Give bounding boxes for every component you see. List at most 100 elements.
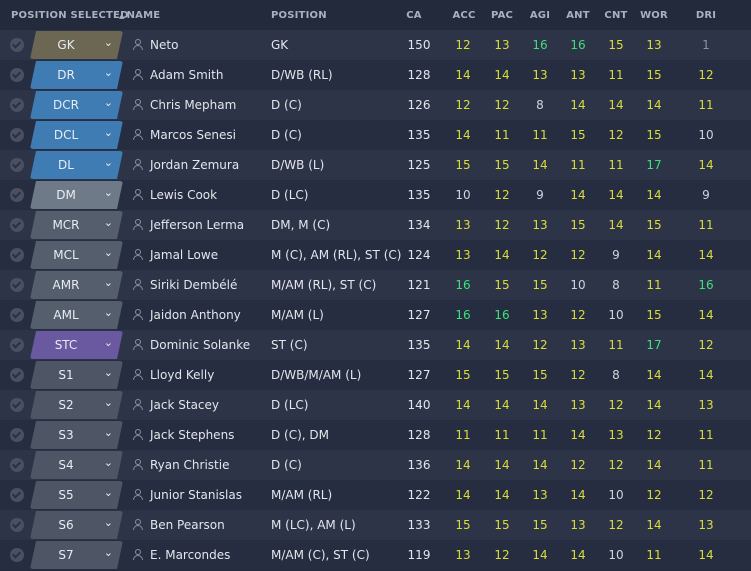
position-selector-dropdown[interactable]: MCL ⌄ <box>30 241 123 269</box>
checkmark-icon[interactable] <box>10 488 24 502</box>
player-name-link[interactable]: Lewis Cook <box>150 188 217 202</box>
checkmark-icon[interactable] <box>10 218 24 232</box>
table-row[interactable]: S1 ⌄ Lloyd Kelly D/WB/M/AM (L) 127 15 15 15 12 8 1… <box>0 360 751 390</box>
attribute-ca: 150 <box>407 38 431 52</box>
table-row[interactable]: S5 ⌄ Junior Stanislas M/AM (RL) 122 14 14 13 14 1… <box>0 480 751 510</box>
player-name-link[interactable]: Marcos Senesi <box>150 128 236 142</box>
table-row[interactable]: GK ⌄ Neto GK 150 12 13 16 16 15 13 1 <box>0 30 751 60</box>
attribute-agi: 9 <box>536 188 544 202</box>
checkmark-icon[interactable] <box>10 398 24 412</box>
column-header-position-selected[interactable]: POSITION SELECTED <box>11 10 129 21</box>
checkmark-icon[interactable] <box>10 158 24 172</box>
position-selector-dropdown[interactable]: S7 ⌄ <box>30 541 123 569</box>
position-selector-dropdown[interactable]: MCR ⌄ <box>30 211 123 239</box>
column-header-acc[interactable]: ACC <box>452 10 475 21</box>
player-name-link[interactable]: E. Marcondes <box>150 548 230 562</box>
column-header-dri[interactable]: DRI <box>696 10 716 21</box>
checkmark-icon[interactable] <box>10 278 24 292</box>
table-row[interactable]: AML ⌄ Jaidon Anthony M/AM (L) 127 16 16 13 12 10 1… <box>0 300 751 330</box>
table-row[interactable]: S3 ⌄ Jack Stephens D (C), DM 128 11 11 11 14 13 12… <box>0 420 751 450</box>
position-selector-dropdown[interactable]: DR ⌄ <box>30 61 123 89</box>
table-row[interactable]: DCR ⌄ Chris Mepham D (C) 126 12 12 8 14 14 14 11 <box>0 90 751 120</box>
checkmark-icon[interactable] <box>10 548 24 562</box>
table-row[interactable]: DL ⌄ Jordan Zemura D/WB (L) 125 15 15 14 11 11 17 1… <box>0 150 751 180</box>
player-name-link[interactable]: Neto <box>150 38 178 52</box>
position-selector-dropdown[interactable]: S5 ⌄ <box>30 481 123 509</box>
position-selector-dropdown[interactable]: AML ⌄ <box>30 301 123 329</box>
player-name-link[interactable]: Jack Stephens <box>150 428 234 442</box>
checkmark-icon[interactable] <box>10 68 24 82</box>
player-name-link[interactable]: Jordan Zemura <box>150 158 239 172</box>
checkmark-icon[interactable] <box>10 188 24 202</box>
checkmark-icon[interactable] <box>10 428 24 442</box>
position-selector-dropdown[interactable]: DL ⌄ <box>30 151 123 179</box>
attribute-ant: 14 <box>570 428 586 442</box>
attribute-cnt: 14 <box>608 218 624 232</box>
checkmark-icon[interactable] <box>10 38 24 52</box>
position-selector-dropdown[interactable]: DM ⌄ <box>30 181 123 209</box>
position-selector-dropdown[interactable]: S3 ⌄ <box>30 421 123 449</box>
player-position: D (LC) <box>271 188 309 202</box>
column-header-position[interactable]: POSITION <box>271 10 327 21</box>
column-header-agi[interactable]: AGI <box>530 10 550 21</box>
attribute-acc: 13 <box>455 248 471 262</box>
checkmark-icon[interactable] <box>10 458 24 472</box>
column-header-ant[interactable]: ANT <box>566 10 590 21</box>
attribute-acc: 12 <box>455 38 471 52</box>
player-name-link[interactable]: Lloyd Kelly <box>150 368 214 382</box>
column-header-pac[interactable]: PAC <box>491 10 513 21</box>
checkmark-icon[interactable] <box>10 518 24 532</box>
table-row[interactable]: MCR ⌄ Jefferson Lerma DM, M (C) 134 13 12 13 15 1… <box>0 210 751 240</box>
position-selector-dropdown[interactable]: DCL ⌄ <box>30 121 123 149</box>
player-name-link[interactable]: Ben Pearson <box>150 518 225 532</box>
table-row[interactable]: DCL ⌄ Marcos Senesi D (C) 135 14 11 11 15 12 15 10 <box>0 120 751 150</box>
position-selector-dropdown[interactable]: STC ⌄ <box>30 331 123 359</box>
column-header-name[interactable]: ▲ NAME <box>119 10 160 21</box>
position-selector-dropdown[interactable]: GK ⌄ <box>30 31 123 59</box>
position-selector-dropdown[interactable]: S6 ⌄ <box>30 511 123 539</box>
column-header-ca[interactable]: CA <box>406 10 421 21</box>
position-selector-label: DR <box>57 68 75 82</box>
table-row[interactable]: S4 ⌄ Ryan Christie D (C) 136 14 14 14 12 12 14 11 <box>0 450 751 480</box>
player-name-link[interactable]: Jaidon Anthony <box>150 308 241 322</box>
position-selector-dropdown[interactable]: AMR ⌄ <box>30 271 123 299</box>
player-name-link[interactable]: Jack Stacey <box>150 398 219 412</box>
person-icon <box>133 39 143 50</box>
table-row[interactable]: MCL ⌄ Jamal Lowe M (C), AM (RL), ST (C) 124 1… <box>0 240 751 270</box>
chevron-down-icon: ⌄ <box>103 396 113 409</box>
attribute-wor: 12 <box>646 488 662 502</box>
position-selector-dropdown[interactable]: S4 ⌄ <box>30 451 123 479</box>
player-name-link[interactable]: Ryan Christie <box>150 458 229 472</box>
checkmark-icon[interactable] <box>10 248 24 262</box>
player-name-link[interactable]: Dominic Solanke <box>150 338 250 352</box>
attribute-cnt: 10 <box>608 308 624 322</box>
table-row[interactable]: S2 ⌄ Jack Stacey D (LC) 140 14 14 14 13 12 14 13 <box>0 390 751 420</box>
table-row[interactable]: S6 ⌄ Ben Pearson M (LC), AM (L) 133 15 15 15 13 1… <box>0 510 751 540</box>
table-row[interactable]: DR ⌄ Adam Smith D/WB (RL) 128 14 14 13 13 11 15 12 <box>0 60 751 90</box>
attribute-wor: 11 <box>646 278 662 292</box>
checkmark-icon[interactable] <box>10 128 24 142</box>
position-selector-dropdown[interactable]: S1 ⌄ <box>30 361 123 389</box>
player-name-link[interactable]: Siriki Dembélé <box>150 278 237 292</box>
checkmark-icon[interactable] <box>10 308 24 322</box>
table-row[interactable]: AMR ⌄ Siriki Dembélé M/AM (RL), ST (C) 121 16… <box>0 270 751 300</box>
attribute-pac: 15 <box>494 158 510 172</box>
player-name-link[interactable]: Jamal Lowe <box>150 248 218 262</box>
table-row[interactable]: DM ⌄ Lewis Cook D (LC) 135 10 12 9 14 14 14 9 <box>0 180 751 210</box>
attribute-wor: 14 <box>646 398 662 412</box>
player-name-link[interactable]: Junior Stanislas <box>150 488 242 502</box>
player-name-link[interactable]: Adam Smith <box>150 68 223 82</box>
column-header-wor[interactable]: WOR <box>640 10 668 21</box>
table-row[interactable]: S7 ⌄ E. Marcondes M/AM (C), ST (C) 119 13 12 14… <box>0 540 751 570</box>
checkmark-icon[interactable] <box>10 338 24 352</box>
attribute-ca: 136 <box>407 458 431 472</box>
attribute-ca: 140 <box>407 398 431 412</box>
player-name-link[interactable]: Chris Mepham <box>150 98 236 112</box>
player-name-link[interactable]: Jefferson Lerma <box>150 218 244 232</box>
position-selector-dropdown[interactable]: S2 ⌄ <box>30 391 123 419</box>
checkmark-icon[interactable] <box>10 98 24 112</box>
position-selector-dropdown[interactable]: DCR ⌄ <box>30 91 123 119</box>
checkmark-icon[interactable] <box>10 368 24 382</box>
column-header-cnt[interactable]: CNT <box>604 10 627 21</box>
table-row[interactable]: STC ⌄ Dominic Solanke ST (C) 135 14 14 12 13 11 17… <box>0 330 751 360</box>
